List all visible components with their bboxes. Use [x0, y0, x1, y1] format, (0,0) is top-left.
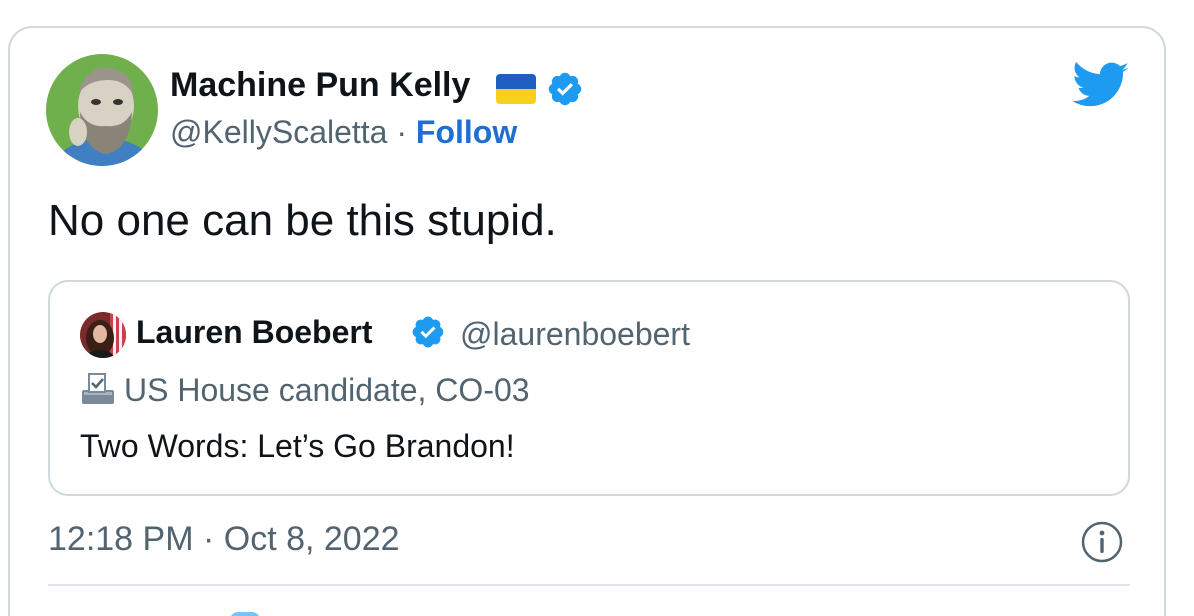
quoted-tweet[interactable]: Lauren Boebert @laurenboebert US House c… [48, 280, 1130, 496]
author-name[interactable]: Machine Pun Kelly [170, 66, 470, 105]
tweet-embed-page: Machine Pun Kelly @KellyScaletta · Follo… [0, 0, 1194, 616]
verified-badge-icon [546, 70, 584, 108]
tweet-timestamp[interactable]: 12:18 PM · Oct 8, 2022 [48, 520, 400, 559]
action-icon-partial [230, 612, 260, 616]
quoted-author-label: US House candidate, CO-03 [124, 372, 530, 408]
quoted-tweet-text: Two Words: Let’s Go Brandon! [80, 428, 515, 464]
tweet-text: No one can be this stupid. [48, 196, 557, 245]
divider [48, 584, 1130, 586]
quoted-author-avatar [80, 312, 126, 358]
twitter-bird-icon[interactable] [1072, 62, 1130, 110]
separator-dot: · [396, 114, 408, 150]
verified-badge-icon [410, 314, 446, 350]
quoted-author-name: Lauren Boebert [136, 314, 373, 350]
author-handle-row: @KellyScaletta · Follow [170, 114, 517, 151]
info-icon[interactable] [1080, 520, 1124, 564]
author-handle[interactable]: @KellyScaletta [170, 114, 387, 150]
quoted-author-handle: @laurenboebert [460, 316, 690, 352]
ukraine-flag-icon [496, 74, 536, 104]
ballot-box-icon [80, 372, 116, 406]
follow-button[interactable]: Follow [416, 114, 517, 150]
author-avatar[interactable] [46, 54, 158, 166]
